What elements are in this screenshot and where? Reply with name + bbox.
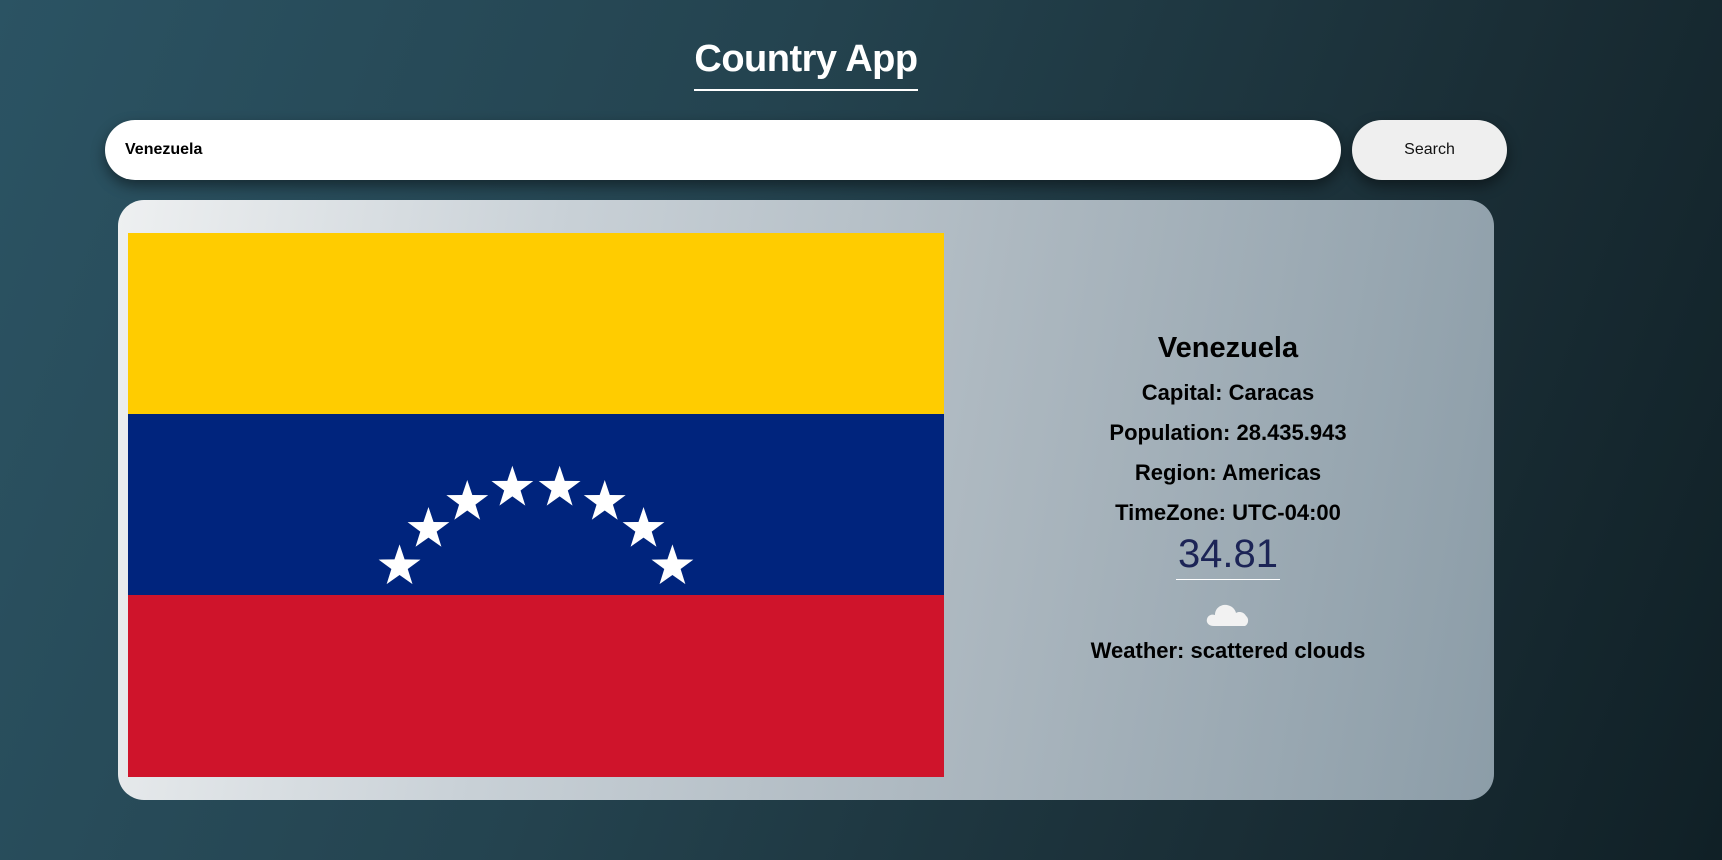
temperature-block: 34.81 xyxy=(968,530,1488,580)
search-button[interactable]: Search xyxy=(1352,120,1507,180)
flag-stripe-yellow xyxy=(128,233,944,415)
temperature-value: 34.81 xyxy=(1175,530,1281,580)
flag-image xyxy=(128,233,944,777)
country-search-input[interactable] xyxy=(105,120,1341,180)
population-text: Population: 28.435.943 xyxy=(1109,420,1347,445)
flag-stripe-blue xyxy=(128,414,944,596)
timezone-text: TimeZone: UTC-04:00 xyxy=(1115,500,1341,525)
app-title: Country App xyxy=(694,38,918,91)
weather-description: Weather: scattered clouds xyxy=(1090,638,1366,663)
country-name: Venezuela xyxy=(1157,332,1299,364)
country-flag xyxy=(128,233,944,777)
app-header: Country App xyxy=(0,38,1612,91)
cloud-icon xyxy=(1206,598,1250,628)
region-text: Region: Americas xyxy=(1134,460,1322,485)
flag-stripe-red xyxy=(128,595,944,777)
country-info: Venezuela Capital: Caracas Population: 2… xyxy=(968,200,1488,800)
country-card: Venezuela Capital: Caracas Population: 2… xyxy=(118,200,1494,800)
capital-text: Capital: Caracas xyxy=(1141,380,1315,405)
